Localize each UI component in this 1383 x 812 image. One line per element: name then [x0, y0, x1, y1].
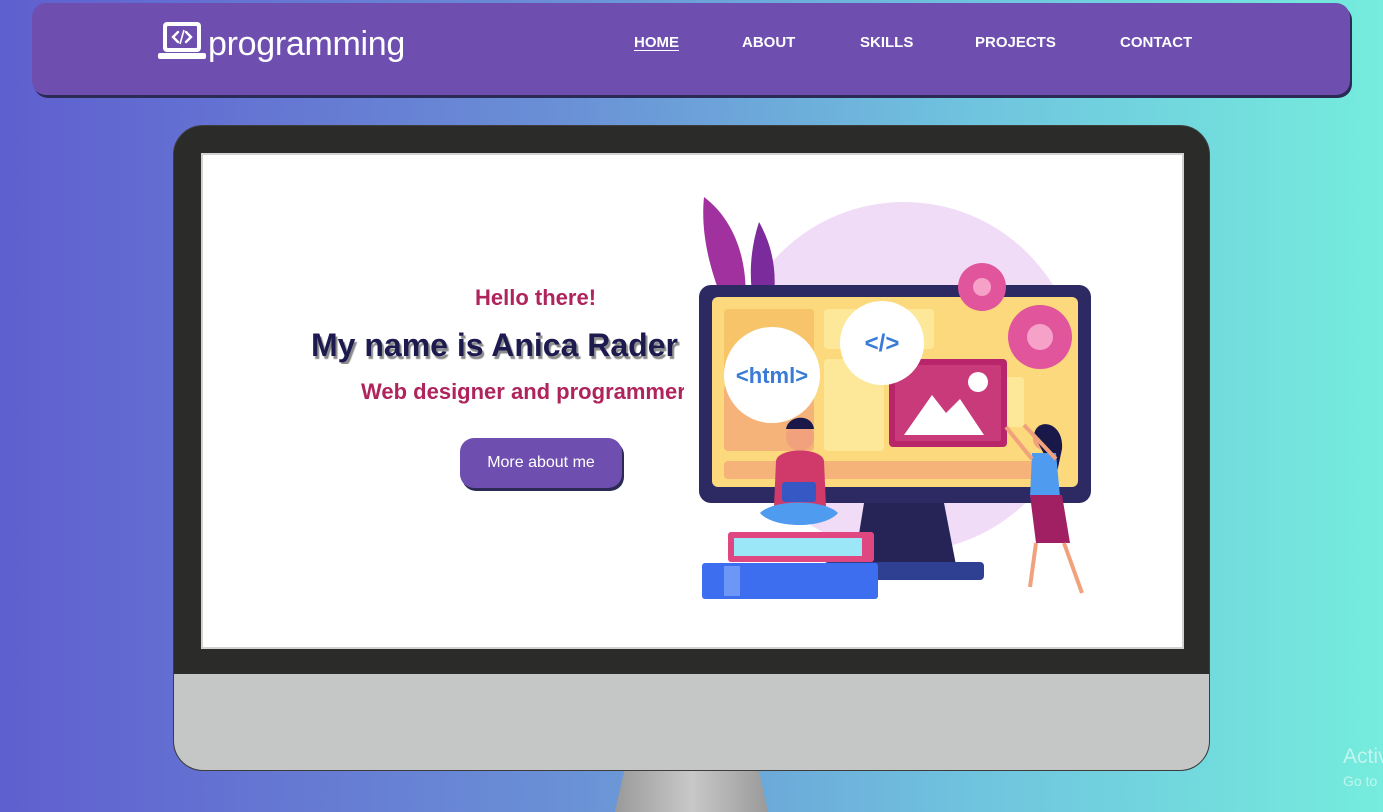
monitor-stand	[615, 771, 768, 812]
hero-screen: Hello there! My name is Anica Rader Web …	[201, 153, 1184, 649]
hero-illustration: <html> </>	[684, 177, 1114, 607]
windows-activation-sub: Go to	[1343, 773, 1378, 789]
hero-greeting: Hello there!	[475, 285, 597, 310]
logo-text: programming	[208, 25, 405, 63]
code-badge-text: </>	[865, 330, 900, 357]
nav-contact[interactable]: CONTACT	[1120, 33, 1192, 53]
navbar: programming HOME ABOUT SKILLS PROJECTS C…	[32, 3, 1350, 95]
logo[interactable]: programming	[158, 18, 405, 64]
laptop-code-icon	[158, 20, 208, 64]
nav-home[interactable]: HOME	[634, 33, 679, 53]
nav-projects[interactable]: PROJECTS	[975, 33, 1056, 53]
hero-name: My name is Anica Rader	[311, 327, 678, 363]
more-about-button[interactable]: More about me	[460, 438, 622, 488]
monitor-frame: Hello there! My name is Anica Rader Web …	[173, 125, 1210, 771]
html-badge-text: <html>	[736, 363, 808, 388]
windows-activation-title: Activ	[1343, 745, 1383, 768]
monitor-chin	[174, 674, 1209, 770]
nav-about[interactable]: ABOUT	[742, 33, 795, 53]
nav-skills[interactable]: SKILLS	[860, 33, 913, 53]
hero-role: Web designer and programmer	[361, 379, 684, 404]
